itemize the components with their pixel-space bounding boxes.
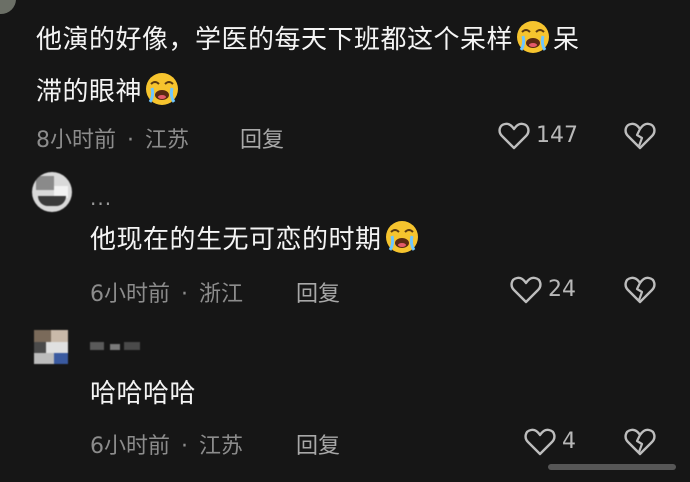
comment-1-meta: 8小时前 · 江苏: [36, 122, 189, 154]
meta-separator: ·: [181, 434, 188, 459]
comment-3-like-button[interactable]: 4: [524, 426, 576, 456]
comment-1-reply-button[interactable]: 回复: [240, 122, 284, 154]
comment-3-time: 6小时前: [90, 434, 170, 459]
username-redacted: [110, 344, 120, 350]
avatar-pattern: [51, 330, 68, 342]
comment-2-location: 浙江: [199, 282, 244, 307]
watermark-smudge: [548, 464, 676, 470]
comment-2-like-button[interactable]: 24: [510, 274, 576, 304]
comment-1-text: 他演的好像，学医的每天下班都这个呆样 呆: [36, 16, 676, 64]
comment-3-like-count: 4: [562, 428, 576, 454]
comment-3-username[interactable]: [90, 342, 146, 352]
comment-2-time: 6小时前: [90, 282, 170, 307]
meta-separator: ·: [181, 282, 188, 307]
comment-2-text: 他现在的生无可恋的时期: [90, 216, 422, 264]
avatar[interactable]: [32, 172, 72, 212]
comment-1: 他演的好像，学医的每天下班都这个呆样 呆 滞的眼神: [36, 16, 676, 116]
comment-1-text-line2: 滞的眼神: [36, 68, 676, 116]
comment-3-meta: 6小时前 · 江苏: [90, 428, 243, 460]
broken-heart-icon: [624, 122, 656, 150]
heart-outline-icon: [498, 122, 530, 150]
comment-2-like-count: 24: [548, 276, 576, 302]
avatar-pattern: [54, 353, 68, 364]
comment-2-reply-button[interactable]: 回复: [296, 276, 340, 308]
comment-1-location: 江苏: [145, 128, 190, 153]
avatar-pattern: [34, 342, 46, 353]
crying-laughing-emoji-icon: [517, 21, 550, 53]
comment-1-dislike-button[interactable]: [624, 120, 656, 150]
comment-1-like-count: 147: [536, 122, 578, 148]
comment-2-username[interactable]: ...: [90, 186, 112, 210]
avatar-pattern: [34, 330, 51, 342]
meta-separator: ·: [127, 128, 134, 153]
heart-outline-icon: [524, 428, 556, 456]
watermark: [548, 460, 676, 474]
broken-heart-icon: [624, 428, 656, 456]
username-redacted: [90, 342, 104, 350]
crying-laughing-emoji-icon: [385, 221, 418, 253]
avatar-partial[interactable]: [0, 0, 16, 14]
avatar-pattern: [36, 176, 54, 190]
comment-3-text: 哈哈哈哈: [90, 379, 197, 409]
comment-1-time: 8小时前: [36, 128, 116, 153]
avatar[interactable]: [34, 330, 68, 364]
crying-laughing-emoji-icon: [146, 73, 179, 105]
avatar-pattern: [34, 353, 54, 364]
avatar-pattern: [46, 342, 68, 353]
comment-2-dislike-button[interactable]: [624, 274, 656, 304]
comment-3-reply-button[interactable]: 回复: [296, 428, 340, 460]
comment-3-location: 江苏: [199, 434, 244, 459]
username-redacted: [124, 342, 140, 350]
comment-3-dislike-button[interactable]: [624, 426, 656, 456]
comment-1-like-button[interactable]: 147: [498, 120, 578, 150]
avatar-pattern: [38, 196, 66, 206]
comment-2-meta: 6小时前 · 浙江: [90, 276, 243, 308]
broken-heart-icon: [624, 276, 656, 304]
heart-outline-icon: [510, 276, 542, 304]
